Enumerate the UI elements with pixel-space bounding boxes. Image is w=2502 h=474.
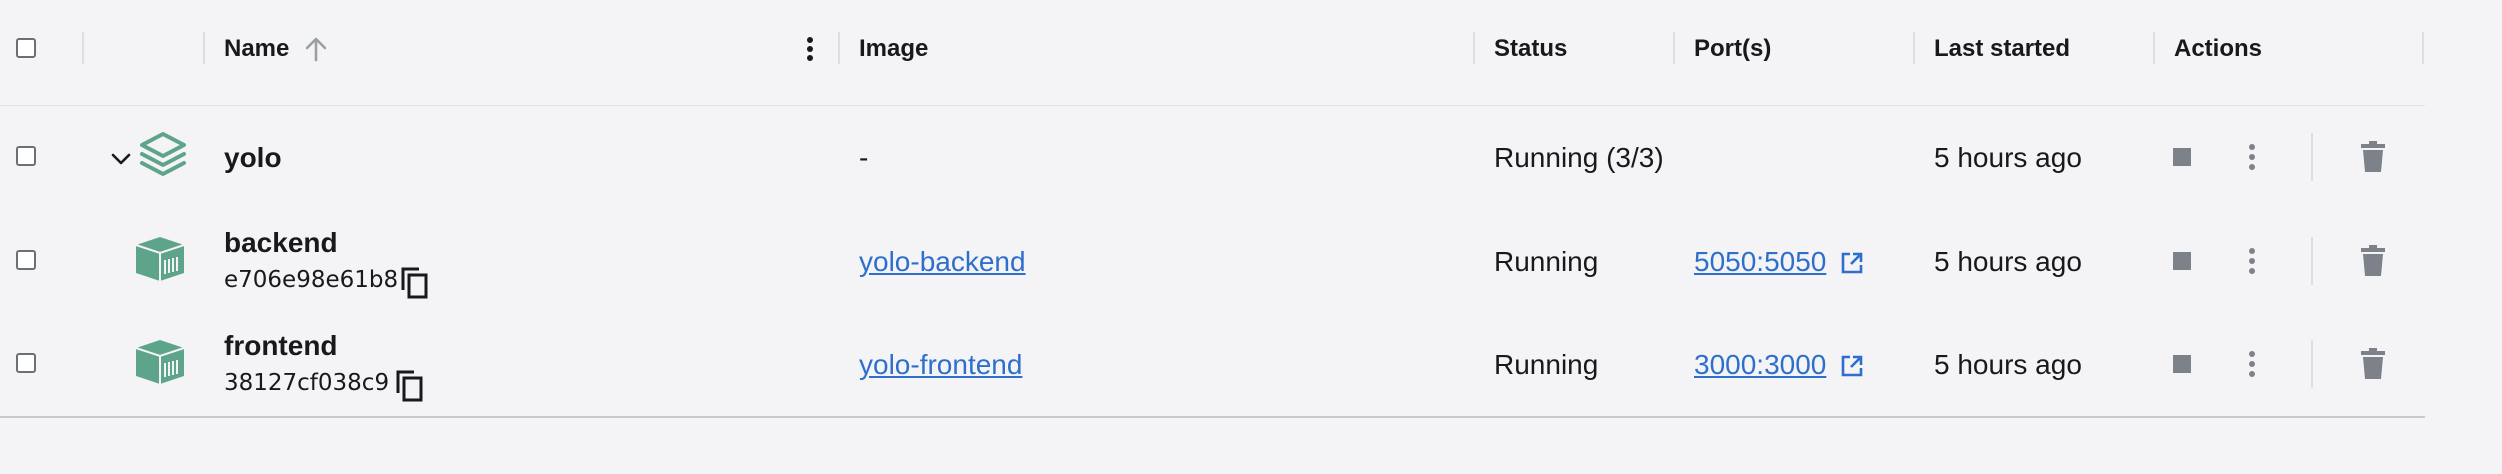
port-link[interactable]: 5050:5050 xyxy=(1694,245,1826,279)
select-all-checkbox[interactable] xyxy=(16,38,36,58)
copy-icon[interactable] xyxy=(400,266,430,300)
trash-icon[interactable] xyxy=(2360,348,2386,380)
trash-icon[interactable] xyxy=(2360,141,2386,173)
container-name[interactable]: frontend xyxy=(224,329,338,363)
column-header-last-started[interactable]: Last started xyxy=(1934,34,2070,64)
more-options-icon[interactable] xyxy=(2244,349,2260,379)
column-header-status[interactable]: Status xyxy=(1494,34,1567,64)
last-started-text: 5 hours ago xyxy=(1934,142,2082,173)
external-link-icon[interactable] xyxy=(1840,354,1864,378)
chevron-down-icon[interactable] xyxy=(111,152,131,166)
column-separator[interactable] xyxy=(1913,32,1915,64)
table-row-container-backend[interactable]: backend e706e98e61b8 yolo-backend Runnin… xyxy=(0,210,2425,313)
container-id: e706e98e61b8 xyxy=(224,267,399,293)
container-name[interactable]: backend xyxy=(224,226,338,260)
trash-icon[interactable] xyxy=(2360,245,2386,277)
column-separator[interactable] xyxy=(1473,32,1475,64)
last-started-text: 5 hours ago xyxy=(1934,246,2082,277)
copy-icon[interactable] xyxy=(395,369,425,403)
column-header-actions: Actions xyxy=(2174,35,2263,62)
action-divider xyxy=(2311,340,2313,388)
image-link[interactable]: yolo-frontend xyxy=(859,348,1022,382)
row-checkbox[interactable] xyxy=(16,146,36,166)
column-separator[interactable] xyxy=(82,32,84,64)
column-separator[interactable] xyxy=(2422,32,2424,64)
stop-icon[interactable] xyxy=(2172,354,2192,374)
compose-stack-icon xyxy=(140,132,186,176)
status-text: Running xyxy=(1494,349,1599,380)
column-header-ports[interactable]: Port(s) xyxy=(1694,34,1771,64)
stop-icon[interactable] xyxy=(2172,251,2192,271)
sort-arrow-up-icon[interactable] xyxy=(304,36,328,62)
table-header: Name Image Status Port(s) Last started A… xyxy=(0,0,2425,106)
column-header-image[interactable]: Image xyxy=(859,34,928,64)
column-separator[interactable] xyxy=(203,32,205,64)
column-header-name[interactable]: Name xyxy=(224,34,289,64)
row-checkbox[interactable] xyxy=(16,250,36,270)
status-text: Running xyxy=(1494,246,1599,277)
column-menu-icon[interactable] xyxy=(801,34,819,64)
table-row-container-frontend[interactable]: frontend 38127cf038c9 yolo-frontend Runn… xyxy=(0,313,2425,416)
containers-table: Name Image Status Port(s) Last started A… xyxy=(0,0,2425,474)
table-bottom-border xyxy=(0,416,2425,418)
container-icon xyxy=(135,237,185,281)
last-started-text: 5 hours ago xyxy=(1934,349,2082,380)
table-row-group-yolo[interactable]: yolo - Running (3/3) 5 hours ago xyxy=(0,106,2425,209)
row-checkbox[interactable] xyxy=(16,353,36,373)
image-value: - xyxy=(859,142,869,173)
image-link[interactable]: yolo-backend xyxy=(859,245,1026,279)
container-icon xyxy=(135,340,185,384)
action-divider xyxy=(2311,133,2313,181)
port-link[interactable]: 3000:3000 xyxy=(1694,348,1826,382)
status-text: Running (3/3) xyxy=(1494,142,1664,173)
column-separator[interactable] xyxy=(2153,32,2155,64)
more-options-icon[interactable] xyxy=(2244,142,2260,172)
stop-icon[interactable] xyxy=(2172,147,2192,167)
container-id: 38127cf038c9 xyxy=(224,370,390,396)
group-name[interactable]: yolo xyxy=(224,141,282,175)
action-divider xyxy=(2311,237,2313,285)
column-separator[interactable] xyxy=(1673,32,1675,64)
more-options-icon[interactable] xyxy=(2244,246,2260,276)
column-separator[interactable] xyxy=(838,32,840,64)
external-link-icon[interactable] xyxy=(1840,251,1864,275)
